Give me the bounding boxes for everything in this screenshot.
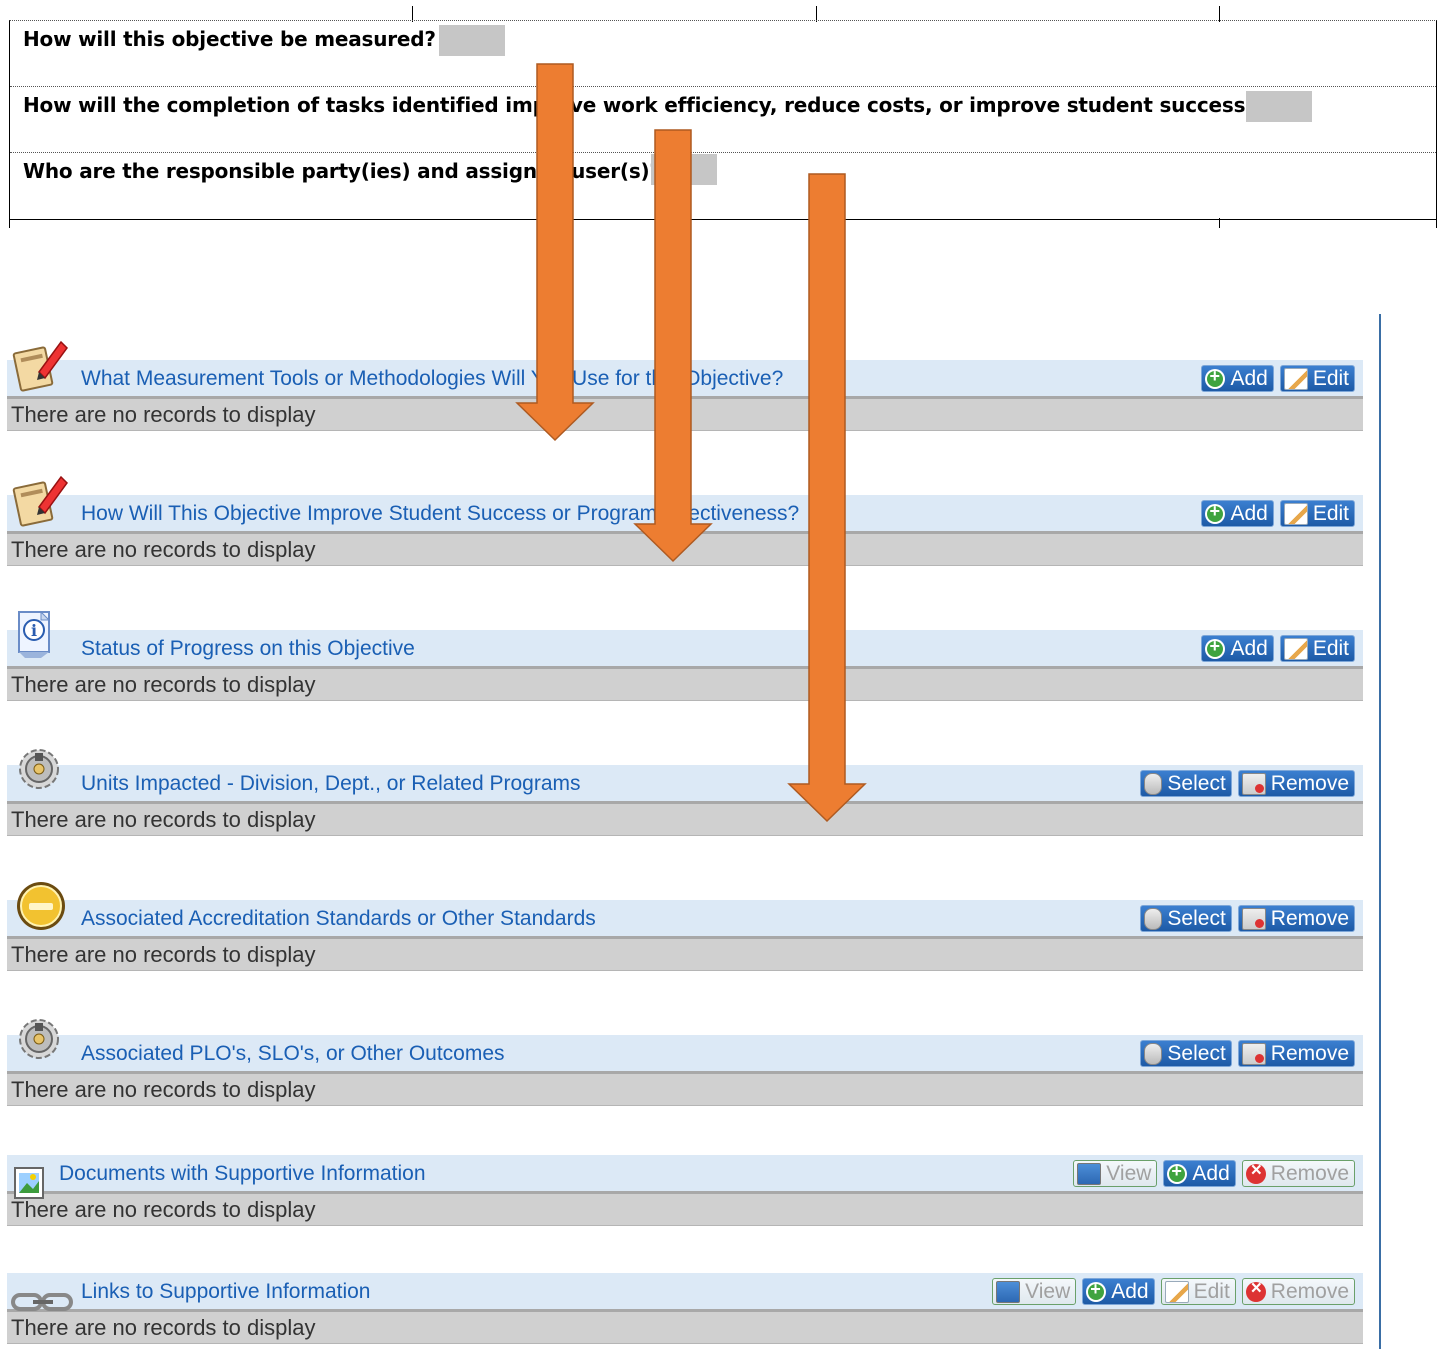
annotation-arrows <box>515 63 867 823</box>
arrow-2 <box>633 129 713 563</box>
arrow-1 <box>515 63 595 442</box>
arrow-3 <box>787 173 867 823</box>
